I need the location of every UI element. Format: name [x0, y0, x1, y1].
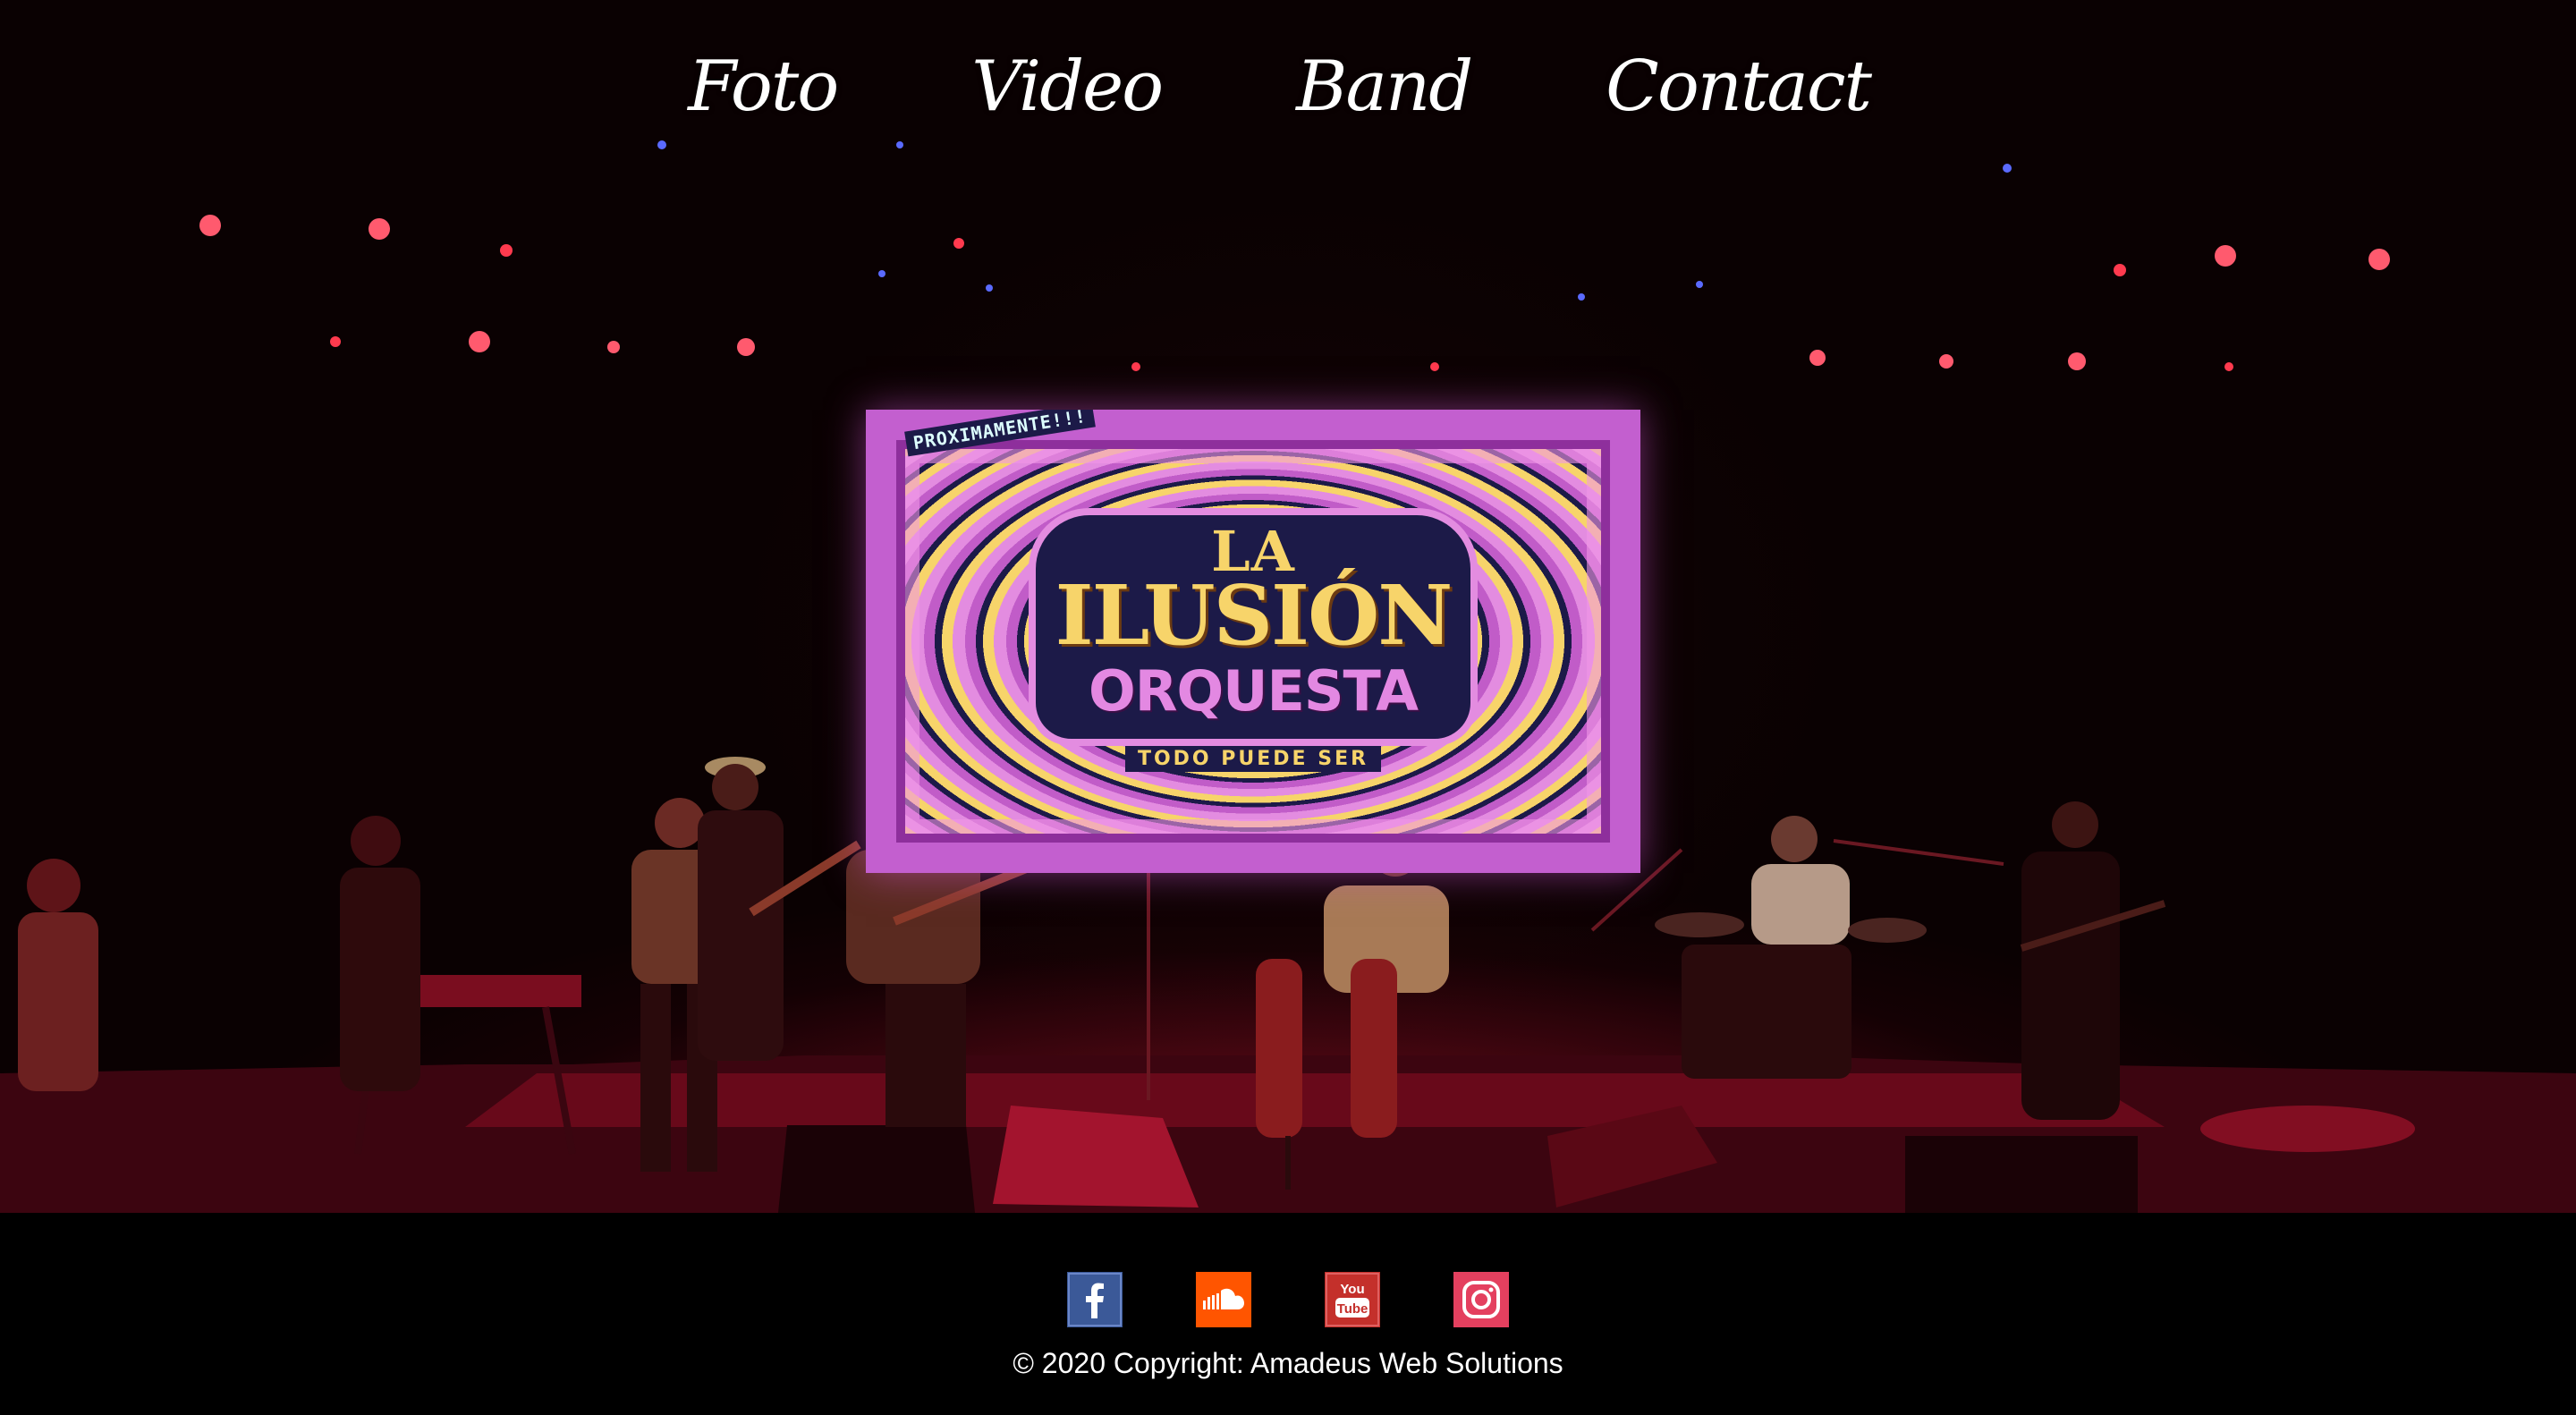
copyright-text: © 2020 Copyright: Amadeus Web Solutions [1013, 1347, 1563, 1379]
nav-video[interactable]: Video [971, 52, 1164, 122]
stage-lights [199, 140, 2390, 371]
footer: You Tube © 2020 Copyright: Amadeus Web S… [0, 1213, 2576, 1415]
poster-title-orquesta: ORQUESTA [1089, 658, 1419, 724]
social-links: You Tube [0, 1272, 2576, 1327]
soundcloud-icon[interactable] [1196, 1272, 1251, 1327]
nav-contact[interactable]: Contact [1606, 52, 1872, 122]
youtube-icon[interactable]: You Tube [1325, 1272, 1380, 1327]
stage-screen-poster: PROXIMAMENTE!!! LA ILUSIÓN ORQUESTA TODO… [866, 410, 1640, 873]
poster-tagline: TODO PUEDE SER [866, 746, 1640, 772]
facebook-icon[interactable] [1067, 1272, 1123, 1327]
main-nav: Foto Video Band Contact [0, 0, 2576, 170]
svg-text:Tube: Tube [1337, 1301, 1368, 1317]
poster-tagline-text: TODO PUEDE SER [1124, 746, 1382, 772]
hero-concert-image: PROXIMAMENTE!!! LA ILUSIÓN ORQUESTA TODO… [0, 0, 2576, 1213]
nav-band[interactable]: Band [1296, 52, 1473, 122]
instagram-icon[interactable] [1453, 1272, 1509, 1327]
svg-text:You: You [1340, 1282, 1364, 1297]
nav-foto[interactable]: Foto [688, 52, 839, 122]
poster-title-ilusion: ILUSIÓN [1055, 567, 1453, 664]
